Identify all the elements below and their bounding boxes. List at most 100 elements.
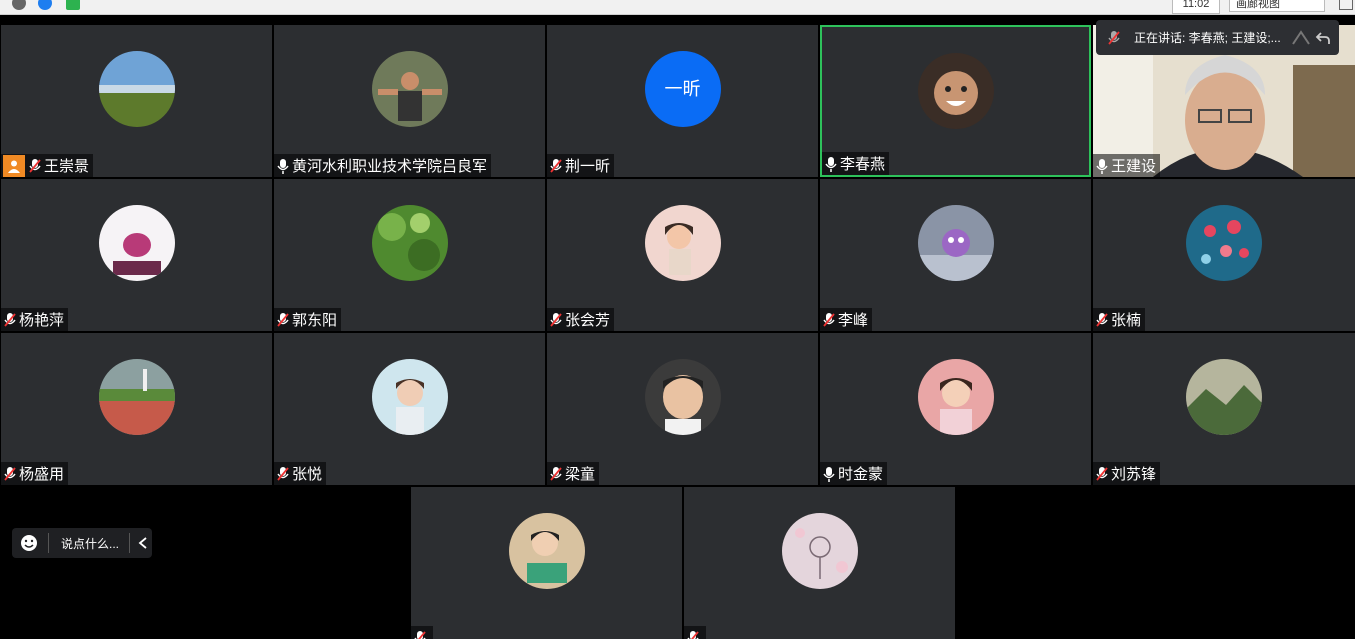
participant-tile[interactable]: 李峰 [820, 179, 1091, 331]
participant-name: 王建设 [1111, 155, 1156, 176]
mic-muted-icon [413, 630, 427, 639]
chevron-left-icon[interactable] [138, 537, 148, 549]
nameplate: 郭东阳 [274, 308, 341, 331]
participant-name: 郭东阳 [292, 309, 337, 330]
nameplate [684, 626, 706, 639]
mic-icon [1095, 158, 1109, 174]
nameplate: 李峰 [820, 308, 872, 331]
mic-muted-icon [276, 312, 290, 328]
avatar [1186, 359, 1262, 435]
participant-tile[interactable]: 张悦 [274, 333, 545, 485]
mic-muted-icon [549, 312, 563, 328]
speaking-text: 正在讲话: 李春燕; 王建设;... [1134, 29, 1281, 46]
nameplate: 杨艳萍 [1, 308, 68, 331]
avatar [509, 513, 585, 589]
participant-name: 李峰 [838, 309, 868, 330]
nameplate: 黄河水利职业技术学院吕良军 [274, 154, 491, 177]
divider [129, 533, 130, 553]
participant-tile[interactable]: 杨艳萍 [1, 179, 272, 331]
chat-bar[interactable]: 说点什么... [12, 528, 152, 558]
emoji-icon[interactable] [20, 534, 38, 552]
participant-tile[interactable]: 王崇景 [1, 25, 272, 177]
avatar [372, 359, 448, 435]
nameplate: 荆一昕 [547, 154, 614, 177]
mic-muted-icon [822, 312, 836, 328]
participant-name: 张楠 [1111, 309, 1141, 330]
mic-muted-icon [3, 466, 17, 482]
avatar [918, 53, 994, 129]
participant-tile[interactable]: 时金蒙 [820, 333, 1091, 485]
speaking-indicator: 正在讲话: 李春燕; 王建设;... [1096, 20, 1339, 55]
nameplate [411, 626, 433, 639]
info-icon[interactable] [12, 0, 26, 10]
collapse-icon[interactable] [1291, 30, 1311, 46]
participant-tile[interactable]: 刘苏锋 [1093, 333, 1355, 485]
nameplate: 刘苏锋 [1093, 462, 1160, 485]
participant-tile[interactable] [684, 487, 955, 639]
avatar [918, 205, 994, 281]
nameplate: 梁童 [547, 462, 599, 485]
participant-tile[interactable]: 张会芳 [547, 179, 818, 331]
mic-muted-icon [549, 466, 563, 482]
avatar [1186, 205, 1262, 281]
participant-tile[interactable] [411, 487, 682, 639]
participant-name: 张悦 [292, 463, 322, 484]
mic-muted-icon [549, 158, 563, 174]
mic-muted-icon [686, 630, 700, 639]
nameplate: 张楠 [1093, 308, 1145, 331]
meeting-timer: 11:02 [1172, 0, 1220, 14]
nameplate: 王崇景 [1, 154, 93, 177]
avatar [372, 51, 448, 127]
participant-tile[interactable]: 张楠 [1093, 179, 1355, 331]
participant-name: 杨盛用 [19, 463, 64, 484]
mic-icon [822, 466, 836, 482]
participant-tile[interactable]: 郭东阳 [274, 179, 545, 331]
signal-icon[interactable] [66, 0, 80, 10]
avatar [918, 359, 994, 435]
mic-muted-icon [3, 312, 17, 328]
avatar [99, 205, 175, 281]
mic-muted-icon [1095, 312, 1109, 328]
fullscreen-icon[interactable] [1339, 0, 1353, 10]
avatar [99, 359, 175, 435]
participant-name: 杨艳萍 [19, 309, 64, 330]
participant-tile[interactable]: 梁童 [547, 333, 818, 485]
host-badge-icon [3, 155, 25, 177]
participant-name: 黄河水利职业技术学院吕良军 [292, 155, 487, 176]
participant-tile[interactable]: 一昕 荆一昕 [547, 25, 818, 177]
chat-input[interactable]: 说点什么... [61, 535, 119, 552]
avatar [372, 205, 448, 281]
nameplate: 杨盛用 [1, 462, 68, 485]
nameplate: 李春燕 [822, 152, 889, 175]
participant-name: 李春燕 [840, 153, 885, 174]
nameplate: 王建设 [1093, 154, 1160, 177]
participant-name: 王崇景 [44, 155, 89, 176]
mic-icon [276, 158, 290, 174]
text-avatar: 一昕 [645, 51, 721, 127]
participant-name: 刘苏锋 [1111, 463, 1156, 484]
participant-name: 张会芳 [565, 309, 610, 330]
window-toolbar: 11:02 画廊视图 [0, 0, 1355, 15]
shield-icon[interactable] [38, 0, 52, 10]
mic-muted-icon [1095, 466, 1109, 482]
mic-icon [824, 156, 838, 172]
mic-muted-icon [276, 466, 290, 482]
avatar [645, 205, 721, 281]
avatar [782, 513, 858, 589]
avatar [645, 359, 721, 435]
divider [48, 533, 49, 553]
reply-icon[interactable] [1315, 30, 1331, 46]
avatar [99, 51, 175, 127]
participant-name: 时金蒙 [838, 463, 883, 484]
mic-muted-icon [28, 158, 42, 174]
view-switcher[interactable]: 画廊视图 [1229, 0, 1325, 12]
nameplate: 张会芳 [547, 308, 614, 331]
participant-tile-active[interactable]: 李春燕 [820, 25, 1091, 177]
participant-tile[interactable]: 黄河水利职业技术学院吕良军 [274, 25, 545, 177]
nameplate: 张悦 [274, 462, 326, 485]
mic-muted-icon[interactable] [1106, 30, 1122, 46]
participant-tile[interactable]: 杨盛用 [1, 333, 272, 485]
nameplate: 时金蒙 [820, 462, 887, 485]
participant-name: 梁童 [565, 463, 595, 484]
participant-name: 荆一昕 [565, 155, 610, 176]
